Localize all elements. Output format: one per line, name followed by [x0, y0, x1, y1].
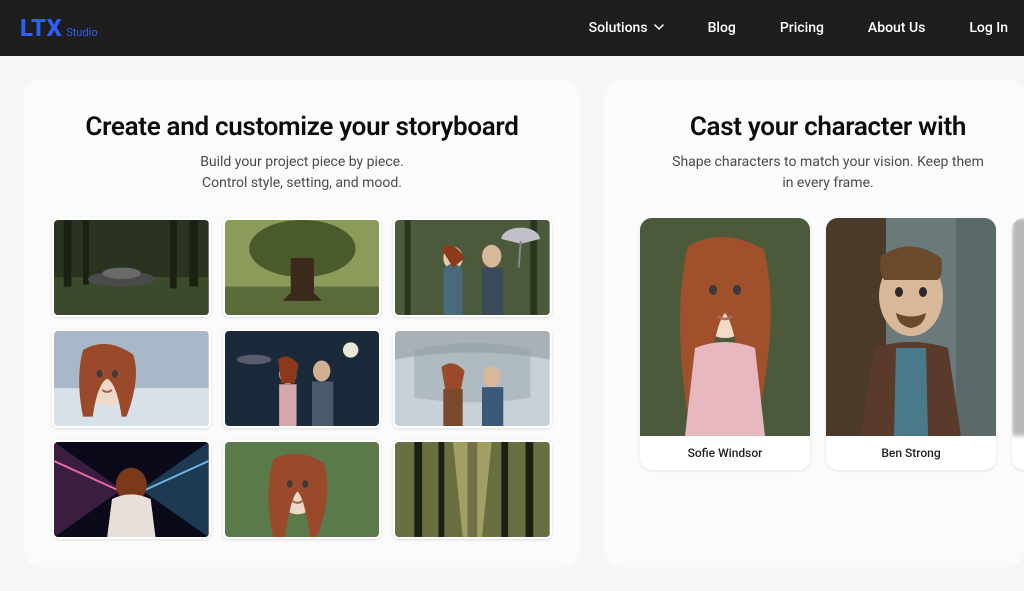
cast-name-label: Ben Strong [826, 436, 996, 470]
cast-sub-line2: in every frame. [632, 173, 1024, 194]
cast-panel: Cast your character with Shape character… [604, 80, 1024, 567]
storyboard-tile[interactable] [223, 440, 382, 539]
brand-logo[interactable]: LTX Studio [20, 14, 98, 42]
storyboard-panel: Create and customize your storyboard Bui… [24, 80, 580, 567]
nav-about[interactable]: About Us [868, 20, 925, 36]
nav-login[interactable]: Log In [969, 20, 1008, 36]
storyboard-tile[interactable] [393, 329, 552, 428]
storyboard-subtitle: Build your project piece by piece. Contr… [52, 152, 552, 194]
cast-card[interactable]: Ben Strong [826, 218, 996, 470]
nav-solutions-label: Solutions [589, 20, 648, 36]
storyboard-tile[interactable] [223, 218, 382, 317]
cast-name-label: Sofie Windsor [640, 436, 810, 470]
storyboard-grid [52, 218, 552, 539]
chevron-down-icon [654, 20, 664, 36]
storyboard-tile[interactable] [393, 440, 552, 539]
cast-image [640, 218, 810, 436]
brand-main: LTX [20, 14, 62, 42]
cast-card[interactable]: Sofie Windsor [640, 218, 810, 470]
cast-row: Sofie Windsor [632, 218, 1024, 470]
site-header: LTX Studio Solutions Blog Pricing About … [0, 0, 1024, 56]
cast-image [826, 218, 996, 436]
storyboard-tile[interactable] [52, 329, 211, 428]
storyboard-title: Create and customize your storyboard [52, 112, 552, 142]
cast-title: Cast your character with [632, 112, 1024, 142]
top-nav: Solutions Blog Pricing About Us Log In [589, 20, 1008, 36]
cast-subtitle: Shape characters to match your vision. K… [632, 152, 1024, 194]
cast-image [1012, 218, 1024, 436]
storyboard-tile[interactable] [52, 440, 211, 539]
cast-name-label [1012, 436, 1024, 456]
storyboard-sub-line1: Build your project piece by piece. [52, 152, 552, 173]
storyboard-tile[interactable] [52, 218, 211, 317]
storyboard-tile[interactable] [223, 329, 382, 428]
storyboard-tile[interactable] [393, 218, 552, 317]
storyboard-sub-line2: Control style, setting, and mood. [52, 173, 552, 194]
cast-sub-line1: Shape characters to match your vision. K… [632, 152, 1024, 173]
cast-card-partial[interactable] [1012, 218, 1024, 470]
nav-blog[interactable]: Blog [708, 20, 736, 36]
main-content: Create and customize your storyboard Bui… [0, 56, 1024, 591]
nav-pricing[interactable]: Pricing [780, 20, 824, 36]
brand-sub: Studio [66, 26, 97, 39]
nav-solutions[interactable]: Solutions [589, 20, 664, 36]
